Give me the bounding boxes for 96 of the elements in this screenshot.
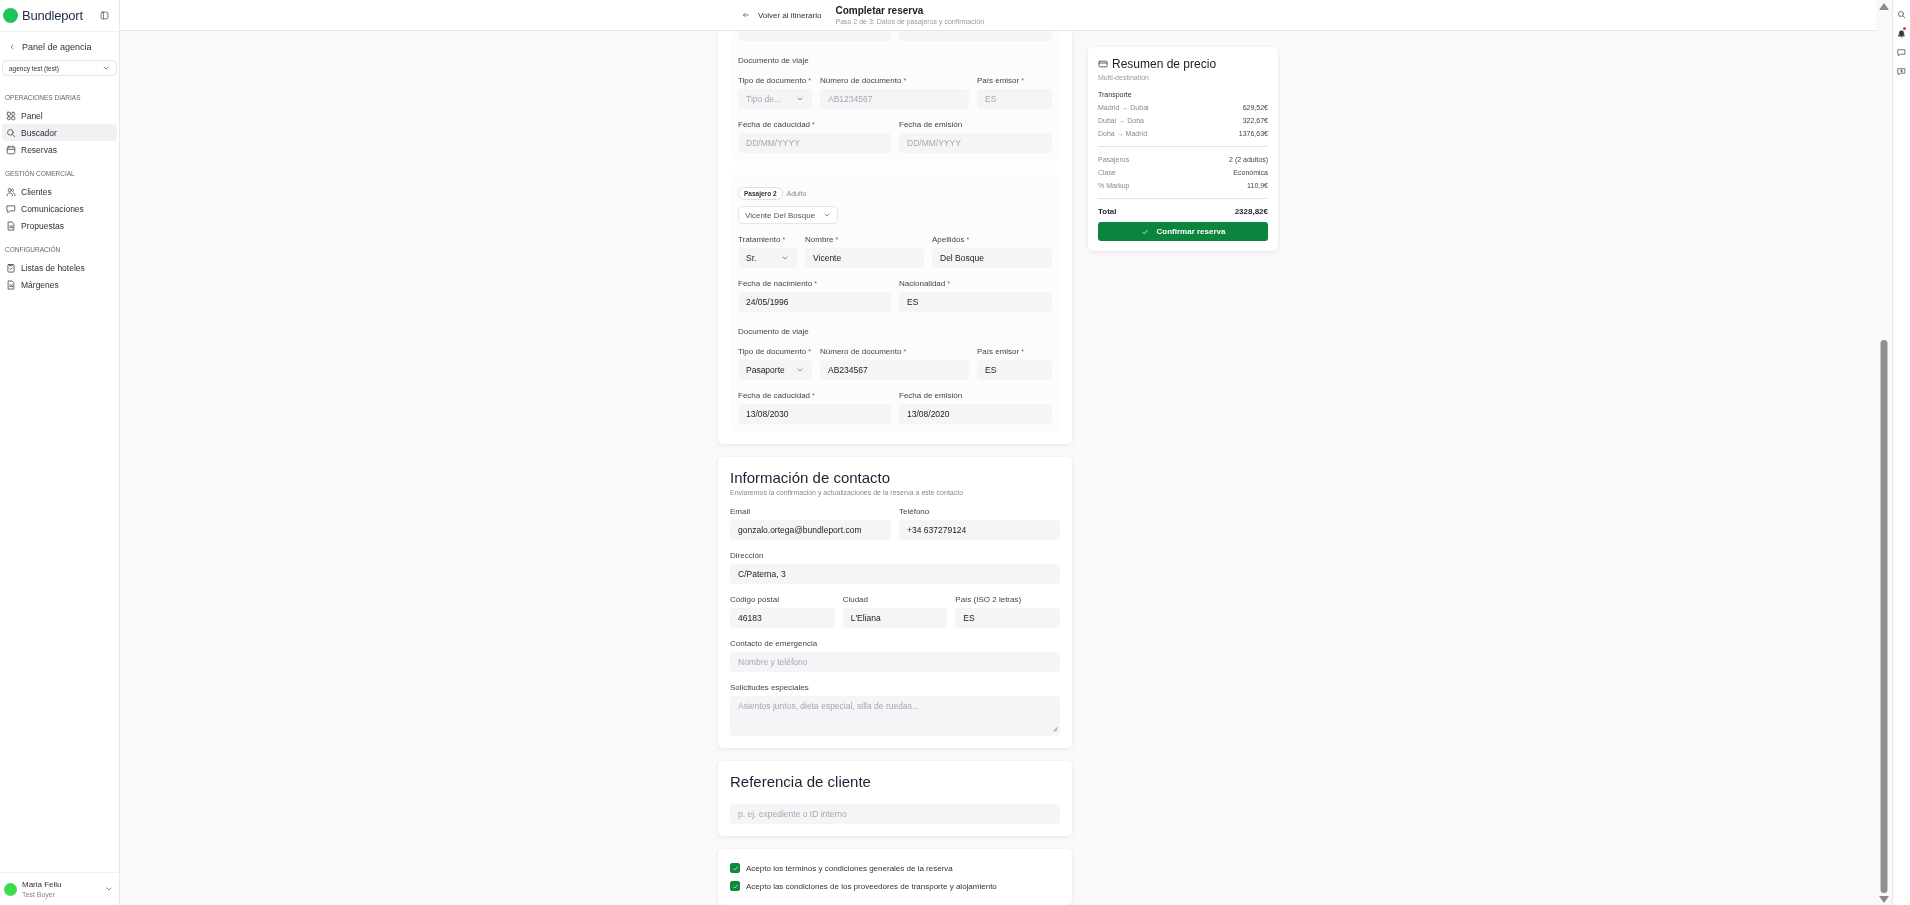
- input-field[interactable]: [899, 31, 1052, 41]
- group-heading: Documento de viaje: [738, 327, 810, 336]
- resize-handle-icon: [1051, 725, 1058, 732]
- group-heading: Documento de viaje: [738, 56, 810, 65]
- chevron-down-icon: [796, 366, 804, 374]
- field-label: Contacto de emergencia: [730, 638, 818, 648]
- field-label: Tipo de documento: [738, 346, 807, 356]
- card-title: Información de contacto: [730, 469, 892, 486]
- field-label: Código postal: [730, 594, 779, 604]
- grid-icon: [6, 110, 16, 121]
- sidebar-toggle-icon: [100, 11, 109, 20]
- avatar-icon: [4, 882, 17, 896]
- field-label: Solicitudes especiales: [730, 682, 809, 692]
- search-icon: [6, 127, 16, 138]
- field-label: País emisor: [977, 346, 1020, 356]
- card-title: Resumen de precio: [1112, 57, 1217, 71]
- field-label: Fecha de nacimiento: [738, 278, 813, 288]
- chevron-down-icon: [105, 885, 113, 893]
- field-label: Fecha de emisión: [899, 390, 963, 400]
- checkbox-label: Acepto las condiciones de los proveedores de transporte y alojamiento: [746, 881, 997, 891]
- input-field[interactable]: ES: [977, 360, 1052, 380]
- search-icon: [1897, 10, 1906, 19]
- chevron-down-icon: [823, 211, 832, 219]
- nav-item[interactable]: Márgenes: [2, 276, 117, 293]
- field-label: Dirección: [730, 550, 764, 560]
- nav-item[interactable]: Reservas: [2, 141, 117, 158]
- input-field[interactable]: Del Bosque: [932, 248, 1052, 268]
- input-field[interactable]: ES: [955, 608, 1060, 628]
- chat-icon: [1897, 48, 1906, 57]
- back-link[interactable]: Panel de agencia: [22, 42, 92, 52]
- input-field[interactable]: 13/08/2030: [738, 404, 891, 424]
- document-icon: [6, 279, 16, 290]
- chevron-down-icon: [796, 95, 804, 103]
- input-field[interactable]: +34 637279124: [899, 520, 1060, 540]
- checkbox[interactable]: [730, 881, 740, 891]
- input-field[interactable]: 24/05/1996: [738, 292, 891, 312]
- users-icon: [6, 186, 16, 197]
- nav-item[interactable]: Buscador: [2, 124, 117, 141]
- page-title: Completar reserva: [835, 5, 925, 16]
- input-field[interactable]: ES: [899, 292, 1052, 312]
- back-link[interactable]: Volver al itinerario: [741, 10, 822, 20]
- field-label: Ciudad: [842, 594, 868, 604]
- field-label: País (ISO 2 letras): [955, 594, 1022, 604]
- field-label: Nombre: [805, 234, 834, 244]
- nav-item[interactable]: Panel: [2, 107, 117, 124]
- check-icon: [731, 864, 739, 872]
- nav-item[interactable]: Clientes: [2, 183, 117, 200]
- input-field[interactable]: [738, 31, 891, 41]
- notification-dot: [1903, 27, 1906, 30]
- input-field[interactable]: 13/08/2020: [899, 404, 1052, 424]
- select-field[interactable]: Sr.: [738, 248, 797, 268]
- card-icon: [1098, 59, 1108, 69]
- input-field[interactable]: L'Eliana: [842, 608, 948, 628]
- chat-icon: [6, 203, 16, 214]
- field-label: Número de documento: [820, 346, 902, 356]
- confirm-button[interactable]: Confirmar reserva: [1098, 222, 1268, 241]
- field-label: Nacionalidad: [899, 278, 946, 288]
- document-icon: [6, 220, 16, 231]
- logo-text: Bundleport: [22, 8, 83, 23]
- chat-plus-icon: [1897, 67, 1906, 76]
- field-label: País emisor: [977, 75, 1020, 85]
- card-title: Referencia de cliente: [730, 773, 872, 790]
- field-label: Fecha de emisión: [899, 119, 963, 129]
- select-field[interactable]: Pasaporte: [738, 360, 812, 380]
- logo-icon: [3, 8, 18, 23]
- bell-icon: [1897, 29, 1906, 38]
- field-label: Apellidos: [932, 234, 965, 244]
- input-field[interactable]: 46183: [730, 608, 835, 628]
- calendar-icon: [6, 144, 16, 155]
- traveler-select[interactable]: Vicente Del Bosque: [738, 206, 839, 224]
- input-field[interactable]: C/Paterna, 3: [730, 564, 1060, 584]
- nav-item[interactable]: Propuestas: [2, 217, 117, 234]
- field-label: Fecha de caducidad: [738, 390, 811, 400]
- arrow-left-icon: [741, 11, 750, 19]
- nav-item[interactable]: Comunicaciones: [2, 200, 117, 217]
- field-label: Tipo de documento: [738, 75, 807, 85]
- chevron-left-icon: [8, 43, 16, 51]
- checkbox[interactable]: [730, 863, 740, 873]
- field-label: Número de documento: [820, 75, 902, 85]
- checkbox-label: Acepto los términos y condiciones generales de la reserva: [746, 863, 953, 873]
- total-label: Total: [1098, 207, 1117, 216]
- user-name: Maria Feliu: [22, 880, 63, 889]
- input-field[interactable]: Vicente: [805, 248, 924, 268]
- check-icon: [1140, 227, 1149, 236]
- field-label: Teléfono: [899, 506, 930, 516]
- input-field[interactable]: gonzalo.ortega@bundleport.com: [730, 520, 891, 540]
- field-label: Email: [730, 506, 750, 516]
- total-value: 2328,82€: [1234, 207, 1268, 216]
- clipboard-icon: [6, 262, 16, 273]
- check-icon: [731, 882, 739, 890]
- chevron-down-icon: [781, 254, 789, 262]
- field-label: Fecha de caducidad: [738, 119, 811, 129]
- input-field[interactable]: AB234567: [820, 360, 969, 380]
- nav-item[interactable]: Listas de hoteles: [2, 259, 117, 276]
- chevron-down-icon: [102, 64, 110, 72]
- field-label: Tratamiento: [738, 234, 781, 244]
